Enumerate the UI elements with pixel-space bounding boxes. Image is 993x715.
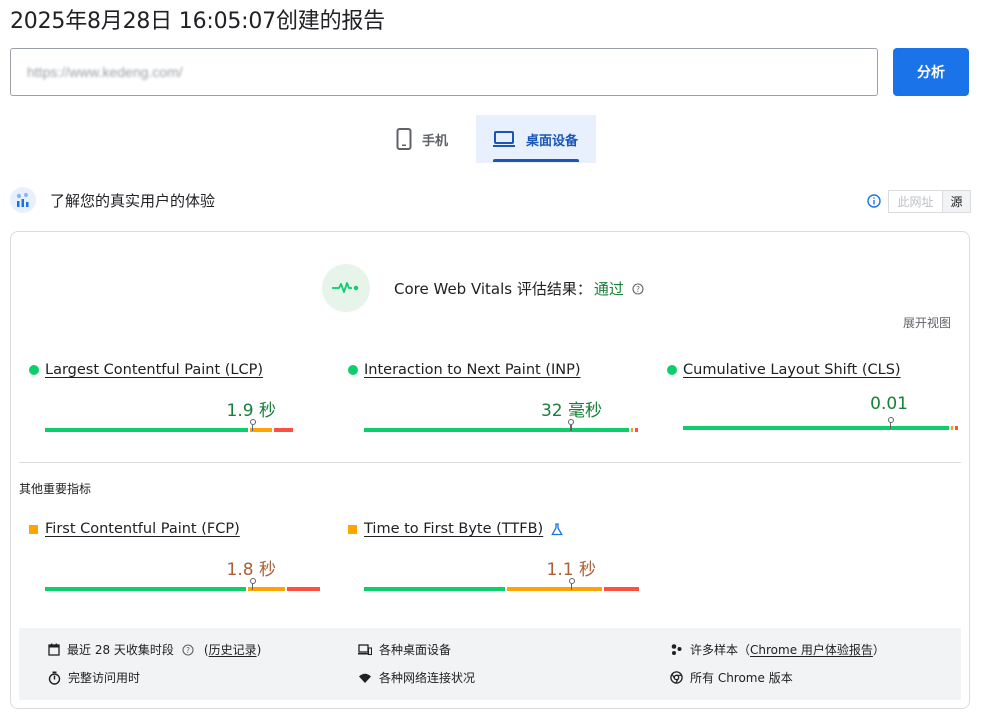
poor-segment: [273, 428, 293, 432]
cwv-result: 通过: [593, 280, 624, 298]
metric-ttfb-value: 1.1 秒: [546, 560, 596, 580]
footer-devices: 各种桌面设备: [358, 641, 451, 658]
metric-fcp-distribution-bar: [45, 587, 322, 591]
average-segment: [950, 426, 954, 430]
footer-network-label: 各种网络连接状况: [379, 671, 476, 685]
metric-inp-value: 32 毫秒: [540, 401, 602, 421]
report-title: 2025年8月28日 16:05:07创建的报告: [10, 9, 385, 34]
devices-icon: [358, 643, 372, 655]
good-segment: [364, 428, 629, 432]
metric-fcp-label[interactable]: First Contentful Paint (FCP): [45, 521, 240, 537]
p75-marker-line: [252, 584, 254, 590]
good-segment: [683, 426, 949, 430]
history-link[interactable]: 历史记录: [209, 641, 257, 658]
calendar-icon: [48, 643, 60, 656]
cwv-assessment: Core Web Vitals 评估结果： 通过 ?: [394, 278, 644, 299]
metric-cls-value: 0.01: [870, 394, 908, 414]
metric-fcp[interactable]: First Contentful Paint (FCP): [29, 521, 240, 537]
active-tab-indicator: [493, 159, 579, 162]
tab-mobile[interactable]: 手机: [396, 115, 472, 163]
tab-mobile-label: 手机: [422, 133, 449, 149]
needs-improvement-square: [29, 524, 38, 534]
metric-cls-label[interactable]: Cumulative Layout Shift (CLS): [683, 362, 901, 378]
footer-duration: 完整访问用时: [48, 669, 140, 686]
metric-ttfb-label[interactable]: Time to First Byte (TTFB): [364, 521, 543, 537]
toggle-origin[interactable]: 源: [943, 191, 970, 212]
metric-fcp-value: 1.8 秒: [226, 560, 276, 580]
good-status-dot: [348, 365, 358, 375]
toggle-this-url[interactable]: 此网址: [889, 191, 943, 212]
good-segment: [45, 428, 249, 432]
tab-desktop-label: 桌面设备: [526, 133, 579, 149]
metric-cls[interactable]: Cumulative Layout Shift (CLS): [667, 362, 901, 378]
poor-segment: [287, 587, 320, 591]
needs-improvement-square: [348, 524, 357, 534]
laptop-icon: [493, 131, 515, 147]
metric-inp-label[interactable]: Interaction to Next Paint (INP): [364, 362, 581, 378]
footer-duration-label: 完整访问用时: [68, 671, 141, 685]
cwv-label: Core Web Vitals 评估结果：: [394, 280, 592, 298]
metric-lcp[interactable]: Largest Contentful Paint (LCP): [29, 362, 263, 378]
average-segment: [250, 428, 272, 432]
wifi-icon: [359, 673, 371, 683]
flask-icon: [551, 522, 564, 535]
pulse-icon: [322, 264, 370, 312]
good-status-dot: [29, 365, 39, 375]
footer-devices-label: 各种桌面设备: [379, 643, 452, 657]
help-icon[interactable]: ?: [182, 643, 194, 656]
average-segment: [506, 587, 602, 591]
footer-period: 最近 28 天收集时段 ? ( 历史记录 ): [48, 641, 261, 658]
good-status-dot: [667, 365, 677, 375]
expand-view-link[interactable]: 展开视图: [903, 314, 951, 331]
tab-desktop[interactable]: 桌面设备: [476, 115, 596, 163]
footer-network: 各种网络连接状况: [358, 669, 475, 686]
metric-cls-distribution-bar: [683, 426, 960, 430]
poor-segment: [603, 587, 639, 591]
section-header: 了解您的真实用户的体验: [10, 187, 215, 213]
footer-samples-suffix: ）: [872, 643, 885, 657]
history-close-paren: ): [256, 642, 262, 657]
footer-samples-prefix: 许多样本（: [690, 643, 751, 657]
chrome-icon: [670, 671, 683, 684]
footer-period-label: 最近 28 天收集时段: [67, 643, 174, 657]
info-icon[interactable]: [867, 194, 881, 208]
help-icon[interactable]: ?: [632, 282, 644, 295]
people-icon: [671, 644, 682, 655]
average-segment: [630, 428, 634, 432]
section-divider: [19, 462, 961, 463]
url-input[interactable]: https://www.kedeng.com/: [10, 48, 878, 96]
data-source-footer: [19, 628, 961, 700]
good-segment: [45, 587, 246, 591]
users-chart-icon: [10, 187, 36, 213]
metric-lcp-label[interactable]: Largest Contentful Paint (LCP): [45, 362, 263, 378]
other-metrics-title: 其他重要指标: [19, 482, 92, 496]
metric-inp[interactable]: Interaction to Next Paint (INP): [348, 362, 581, 378]
metric-ttfb[interactable]: Time to First Byte (TTFB): [348, 521, 564, 537]
good-segment: [364, 587, 505, 591]
section-title: 了解您的真实用户的体验: [50, 191, 216, 210]
poor-segment: [635, 428, 638, 432]
metric-ttfb-distribution-bar: [364, 587, 641, 591]
p75-marker-line: [252, 425, 254, 431]
metric-lcp-value: 1.9 秒: [226, 401, 276, 421]
footer-chrome: 所有 Chrome 版本: [670, 669, 793, 686]
poor-segment: [955, 426, 958, 430]
scope-toggle[interactable]: 此网址 源: [888, 190, 971, 213]
footer-samples: 许多样本（ Chrome 用户体验报告 ）: [670, 641, 885, 658]
p75-marker-line: [890, 423, 892, 429]
p75-marker-line: [570, 425, 572, 431]
svg-text:?: ?: [186, 645, 190, 654]
url-value[interactable]: https://www.kedeng.com/: [27, 64, 183, 80]
svg-text:?: ?: [636, 284, 640, 293]
crux-report-link[interactable]: Chrome 用户体验报告: [750, 641, 873, 658]
metric-lcp-distribution-bar: [45, 428, 322, 432]
p75-marker-line: [571, 584, 573, 590]
phone-icon: [396, 128, 412, 150]
metric-inp-distribution-bar: [364, 428, 640, 432]
analyze-button[interactable]: 分析: [893, 48, 969, 96]
stopwatch-icon: [48, 671, 61, 685]
footer-chrome-label: 所有 Chrome 版本: [690, 671, 793, 685]
